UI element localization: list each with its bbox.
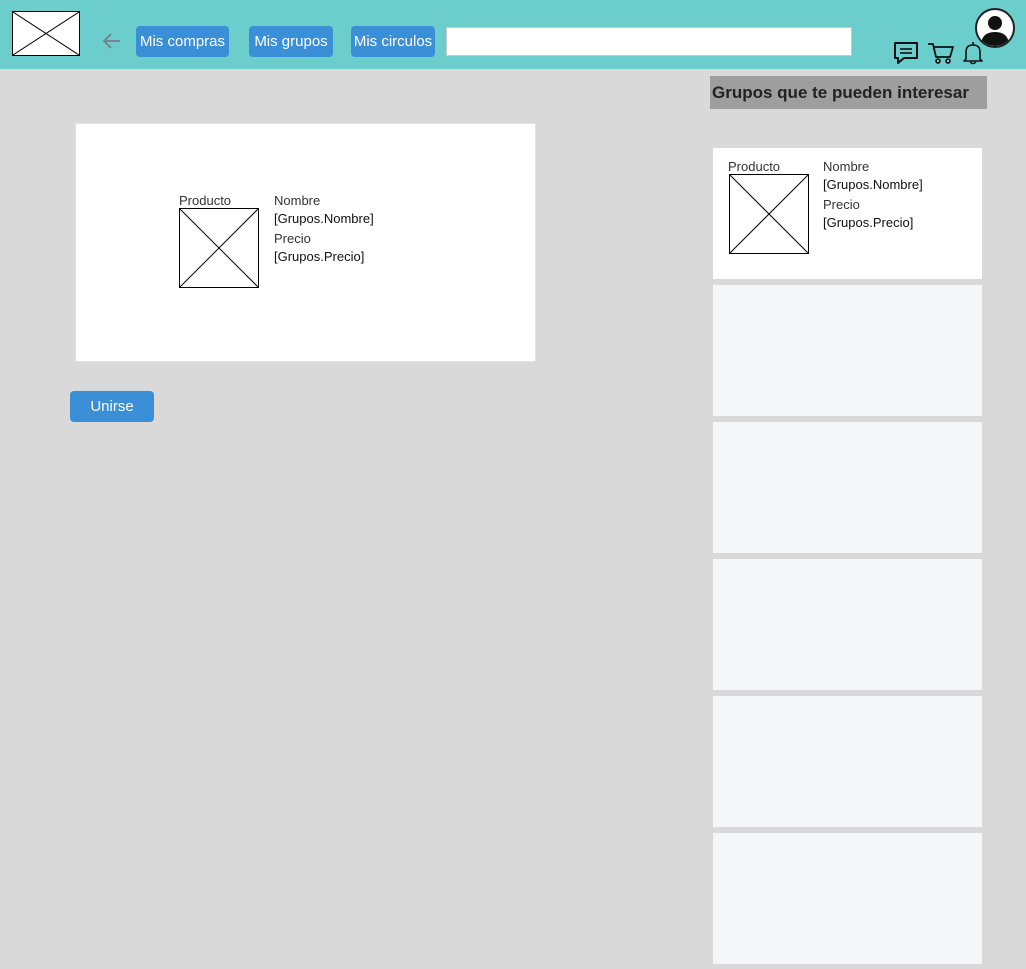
empty-group-card[interactable]	[713, 559, 982, 690]
price-label: Precio	[274, 231, 311, 246]
cart-icon[interactable]	[927, 40, 955, 66]
price-label: Precio	[823, 197, 860, 212]
product-image-placeholder-icon	[179, 208, 259, 288]
join-button[interactable]: Unirse	[70, 391, 154, 422]
name-label: Nombre	[823, 159, 870, 174]
product-image-placeholder-icon	[729, 174, 809, 254]
product-label: Producto	[179, 193, 232, 208]
empty-group-card[interactable]	[713, 833, 982, 964]
group-product-card: Producto Nombre [Grupos.Nombre] Precio […	[75, 123, 536, 362]
empty-group-card[interactable]	[713, 285, 982, 416]
top-bar: Mis compras Mis grupos Mis circulos	[0, 0, 1026, 69]
mis-grupos-button[interactable]: Mis grupos	[249, 26, 333, 57]
product-label: Producto	[728, 159, 781, 174]
name-value: [Grupos.Nombre]	[274, 211, 374, 226]
user-avatar-icon[interactable]	[975, 8, 1015, 48]
back-arrow-icon[interactable]	[100, 29, 124, 53]
sidebar-title: Grupos que te pueden interesar	[710, 76, 987, 109]
empty-group-card[interactable]	[713, 696, 982, 827]
mis-compras-button[interactable]: Mis compras	[136, 26, 229, 57]
mis-circulos-button[interactable]: Mis circulos	[351, 26, 435, 57]
chat-icon[interactable]	[892, 40, 920, 66]
name-label: Nombre	[274, 193, 321, 208]
search-input[interactable]	[446, 27, 852, 56]
suggested-group-card[interactable]: Producto Nombre [Grupos.Nombre] Precio […	[713, 148, 982, 279]
price-value: [Grupos.Precio]	[823, 215, 914, 230]
logo-placeholder-icon[interactable]	[12, 11, 80, 56]
empty-group-card[interactable]	[713, 422, 982, 553]
price-value: [Grupos.Precio]	[274, 249, 365, 264]
name-value: [Grupos.Nombre]	[823, 177, 923, 192]
